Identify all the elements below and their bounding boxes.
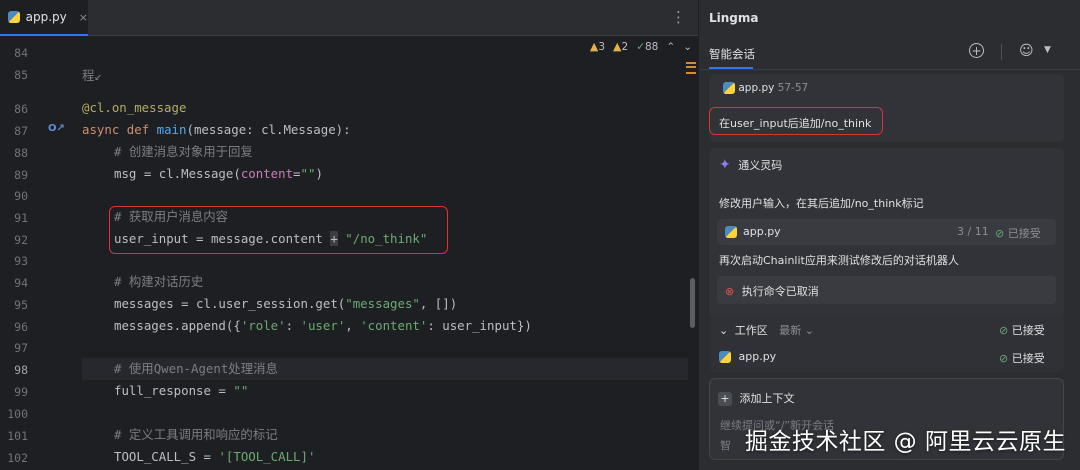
tab-label: app.py <box>25 10 67 24</box>
tab-smart-chat[interactable]: 智能会话 <box>709 46 755 62</box>
plus-icon: + <box>718 392 732 406</box>
user-icon[interactable]: ☺ <box>1019 43 1034 59</box>
line-number: 89 <box>14 168 28 182</box>
more-options-icon[interactable]: ⋮ <box>671 8 686 26</box>
input-placeholder: 智 <box>720 439 731 452</box>
line-number: 101 <box>7 429 28 443</box>
line-number: 85 <box>14 68 28 82</box>
code-line: @cl.on_message <box>82 100 187 115</box>
line-number: 99 <box>14 385 28 399</box>
highlight-box <box>709 107 883 135</box>
implementation-gutter-icon[interactable]: O↗ <box>48 123 65 134</box>
line-number: 91 <box>14 211 28 225</box>
workspace-header[interactable]: ⌄ 工作区 最新 ⌄ <box>719 322 814 338</box>
code-line: messages = cl.user_session.get("messages… <box>114 296 458 311</box>
tab-app-py[interactable]: app.py × <box>0 0 88 36</box>
line-number: 97 <box>14 341 28 355</box>
python-file-icon <box>725 226 737 238</box>
context-chip[interactable]: app.py 57-57 <box>723 82 808 94</box>
line-number: 88 <box>14 146 28 160</box>
watermark: 掘金技术社区 @ 阿里云云原生 <box>744 429 1066 455</box>
assistant-header: ✦ 通义灵码 <box>719 157 783 173</box>
warning-stripe[interactable] <box>686 66 696 68</box>
code-line: # 定义工具调用和响应的标记 <box>114 427 278 442</box>
change-count: 3 / 11 <box>957 225 989 238</box>
chevron-down-icon[interactable]: ▼ <box>1044 45 1051 55</box>
line-number: 102 <box>7 451 28 465</box>
accepted-status: ⊘ 已接受 <box>999 324 1045 337</box>
code-line: # 构建对话历史 <box>114 274 204 289</box>
warning-stripe[interactable] <box>686 62 696 64</box>
add-context-button[interactable]: + 添加上下文 <box>718 390 795 406</box>
chevron-down-icon: ⌄ <box>804 324 814 337</box>
new-chat-icon[interactable]: + <box>969 43 984 58</box>
line-number: 93 <box>14 254 28 268</box>
file-change-name: app.py <box>743 225 781 238</box>
assistant-message-card: ✦ 通义灵码 修改用户输入，在其后追加/no_think标记 app.py 3 … <box>709 148 1064 318</box>
lingma-panel: Lingma 智能会话 + ☺ ▼ app.py 57-57 在user_inp… <box>698 0 1080 470</box>
command-cancelled: 执行命令已取消 <box>741 285 819 298</box>
tongyi-lingma-logo-icon: ✦ <box>719 157 731 173</box>
check-circle-icon: ⊘ <box>999 324 1009 337</box>
line-number: 92 <box>14 233 28 247</box>
workspace-card: ⌄ 工作区 最新 ⌄ ⊘ 已接受 app.py ⊘ 已接受 <box>709 316 1064 372</box>
assistant-reply: 再次启动Chainlit应用来测试修改后的对话机器人 <box>719 254 959 267</box>
line-number: 84 <box>14 46 28 60</box>
code-line: TOOL_CALL_S = '[TOOL_CALL]' <box>114 449 316 464</box>
code-line: async def main(message: cl.Message): <box>82 122 351 137</box>
code-editor[interactable]: app.py × ⋮ ▲3 ▲2 ✓88 ⌃ ⌄ 84 85 86 87 88 89 90 9… <box>0 0 698 470</box>
code-line: full_response = "" <box>114 383 249 398</box>
current-code-line: # 使用Qwen-Agent处理消息 <box>82 358 688 380</box>
divider <box>699 69 1080 70</box>
python-file-icon <box>719 351 731 363</box>
python-file-icon <box>723 82 735 94</box>
file-change-row[interactable]: app.py 3 / 11 ⊘ 已接受 <box>717 219 1056 245</box>
line-number: 100 <box>7 407 28 421</box>
code-line: msg = cl.Message(content="") <box>114 166 323 181</box>
close-icon[interactable]: × <box>79 11 88 24</box>
code-line: messages.append({'role': 'user', 'conten… <box>114 318 532 333</box>
line-number: 94 <box>14 276 28 290</box>
divider <box>1001 44 1002 60</box>
code-line: # 创建消息对象用于回复 <box>114 144 253 159</box>
vertical-scrollbar[interactable] <box>690 278 695 328</box>
accepted-status: ⊘ 已接受 <box>995 227 1041 240</box>
assistant-reply: 修改用户输入，在其后追加/no_think标记 <box>719 197 924 210</box>
code-line: 程↙ <box>82 68 102 83</box>
line-number: 90 <box>14 189 28 203</box>
error-circle-icon: ⊗ <box>725 285 735 298</box>
line-number: 95 <box>14 298 28 312</box>
warning-stripe[interactable] <box>686 72 696 74</box>
panel-title: Lingma <box>709 11 759 25</box>
line-number: 98 <box>14 363 28 377</box>
accepted-status: ⊘ 已接受 <box>999 352 1045 365</box>
python-file-icon <box>8 11 20 23</box>
highlight-box <box>109 206 448 254</box>
line-number-gutter: 84 85 86 87 88 89 90 91 92 93 94 95 96 97 98 99 100 101 10… <box>0 36 82 470</box>
line-number: 87 <box>14 124 28 138</box>
line-number: 86 <box>14 102 28 116</box>
chevron-down-icon: ⌄ <box>719 324 729 337</box>
check-circle-icon: ⊘ <box>995 227 1005 240</box>
editor-tab-bar: app.py × ⋮ <box>0 0 698 36</box>
line-number: 96 <box>14 320 28 334</box>
workspace-file[interactable]: app.py <box>719 350 776 363</box>
command-status-row: ⊗ 执行命令已取消 <box>717 276 1056 304</box>
check-circle-icon: ⊘ <box>999 352 1009 365</box>
